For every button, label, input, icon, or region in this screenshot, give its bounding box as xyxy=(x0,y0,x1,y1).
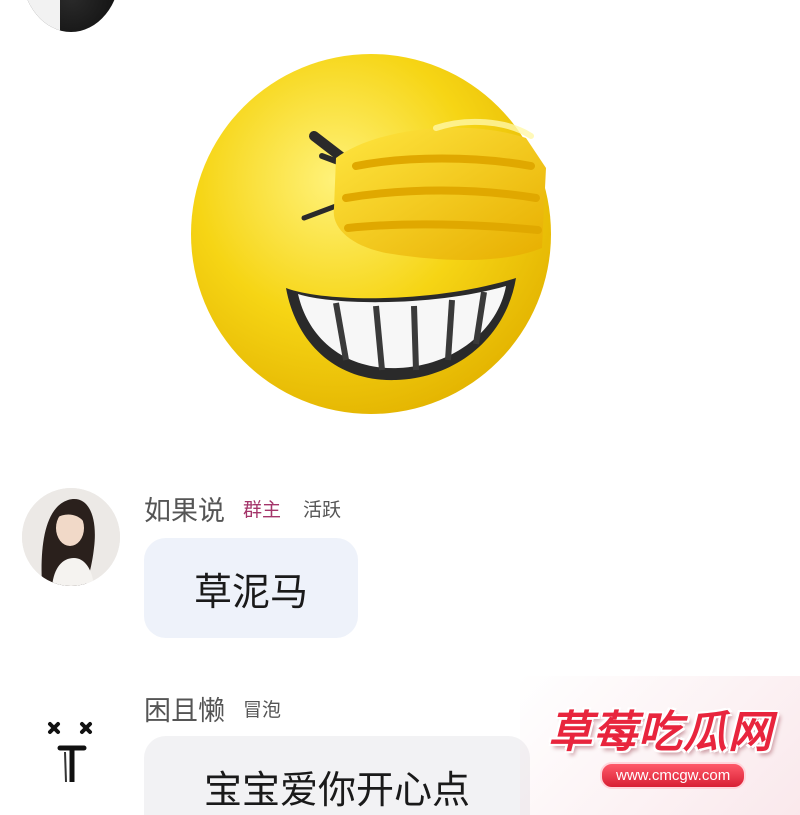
message-bubble[interactable]: 草泥马 xyxy=(144,538,358,638)
message-text: 草泥马 xyxy=(193,569,308,614)
activity-tag: 活跃 xyxy=(303,498,342,521)
owner-tag: 群主 xyxy=(243,498,282,521)
chat-view: 如果说 群主 活跃 草泥马 困且懒 冒泡 宝宝爱你开心点 草莓吃瓜网 www.c… xyxy=(0,0,800,815)
watermark-url: www.cmcgw.com xyxy=(600,762,747,789)
sender-name[interactable]: 困且懒 xyxy=(144,689,225,728)
watermark-title: 草莓吃瓜网 xyxy=(548,707,773,758)
hand-covering-eyes-icon xyxy=(333,118,546,260)
dizzy-face-icon xyxy=(48,722,92,783)
sender-avatar[interactable] xyxy=(22,694,120,792)
sender-info: 如果说 群主 活跃 xyxy=(144,488,345,528)
site-watermark: 草莓吃瓜网 www.cmcgw.com xyxy=(520,676,800,815)
message-bubble[interactable]: 宝宝爱你开心点 xyxy=(144,736,530,815)
activity-tag: 冒泡 xyxy=(243,698,282,721)
sender-name[interactable]: 如果说 xyxy=(144,489,225,528)
laughing-emoji-sticker[interactable] xyxy=(186,48,566,428)
chat-message: 如果说 群主 活跃 草泥马 xyxy=(0,488,800,658)
sender-avatar[interactable] xyxy=(22,488,120,586)
sender-info: 困且懒 冒泡 xyxy=(144,688,285,728)
message-text: 宝宝爱你开心点 xyxy=(203,767,470,812)
user-photo-icon xyxy=(22,488,120,586)
previous-sender-avatar[interactable] xyxy=(22,0,120,32)
